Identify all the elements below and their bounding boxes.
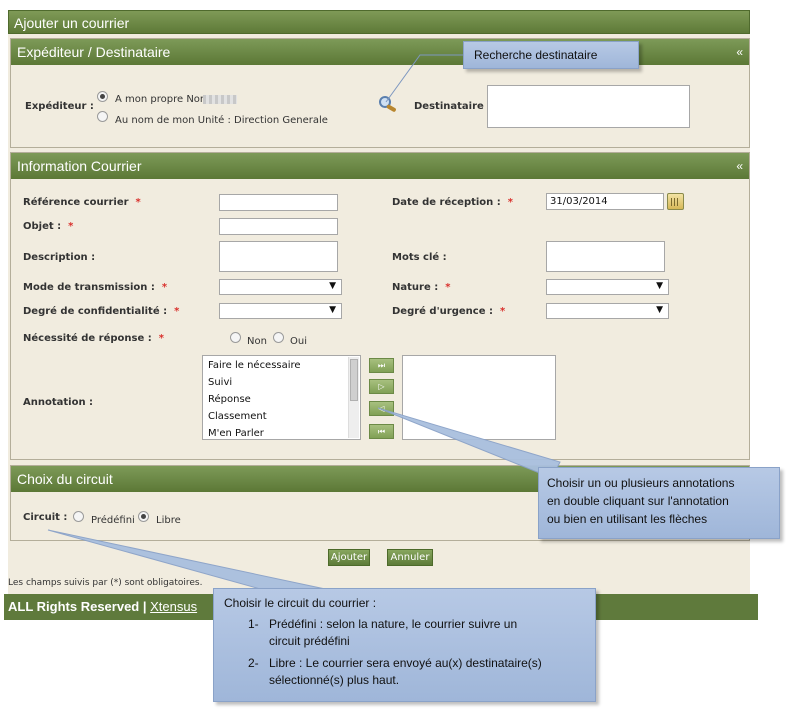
- callout-circuit-line: Prédéfini : selon la nature, le courrier…: [269, 617, 518, 631]
- callout-recipient-search: Recherche destinataire: [463, 41, 639, 69]
- callout-circuit-title: Choisir le circuit du courrier :: [224, 596, 377, 610]
- callout-circuit-num: 1-: [248, 617, 259, 631]
- callout-circuit-line: circuit prédéfini: [269, 634, 350, 648]
- callout-annotations-help: Choisir un ou plusieurs annotations en d…: [538, 467, 780, 539]
- callout-annotations-line: en double cliquant sur l'annotation: [547, 494, 729, 508]
- callout-circuit-item-1: 1- Prédéfini : selon la nature, le courr…: [224, 616, 595, 650]
- callout-circuit-num: 2-: [248, 656, 259, 670]
- callout-circuit-item-2: 2- Libre : Le courrier sera envoyé au(x)…: [224, 655, 595, 689]
- callout-recipient-search-text: Recherche destinataire: [474, 48, 598, 62]
- callout-circuit-line: sélectionné(s) plus haut.: [269, 673, 400, 687]
- callout-annotations-line: ou bien en utilisant les flèches: [547, 512, 708, 526]
- callout-annotations-line: Choisir un ou plusieurs annotations: [547, 476, 735, 490]
- callout-circuit-line: Libre : Le courrier sera envoyé au(x) de…: [269, 656, 542, 670]
- callout-circuit-help: Choisir le circuit du courrier : 1- Préd…: [213, 588, 596, 702]
